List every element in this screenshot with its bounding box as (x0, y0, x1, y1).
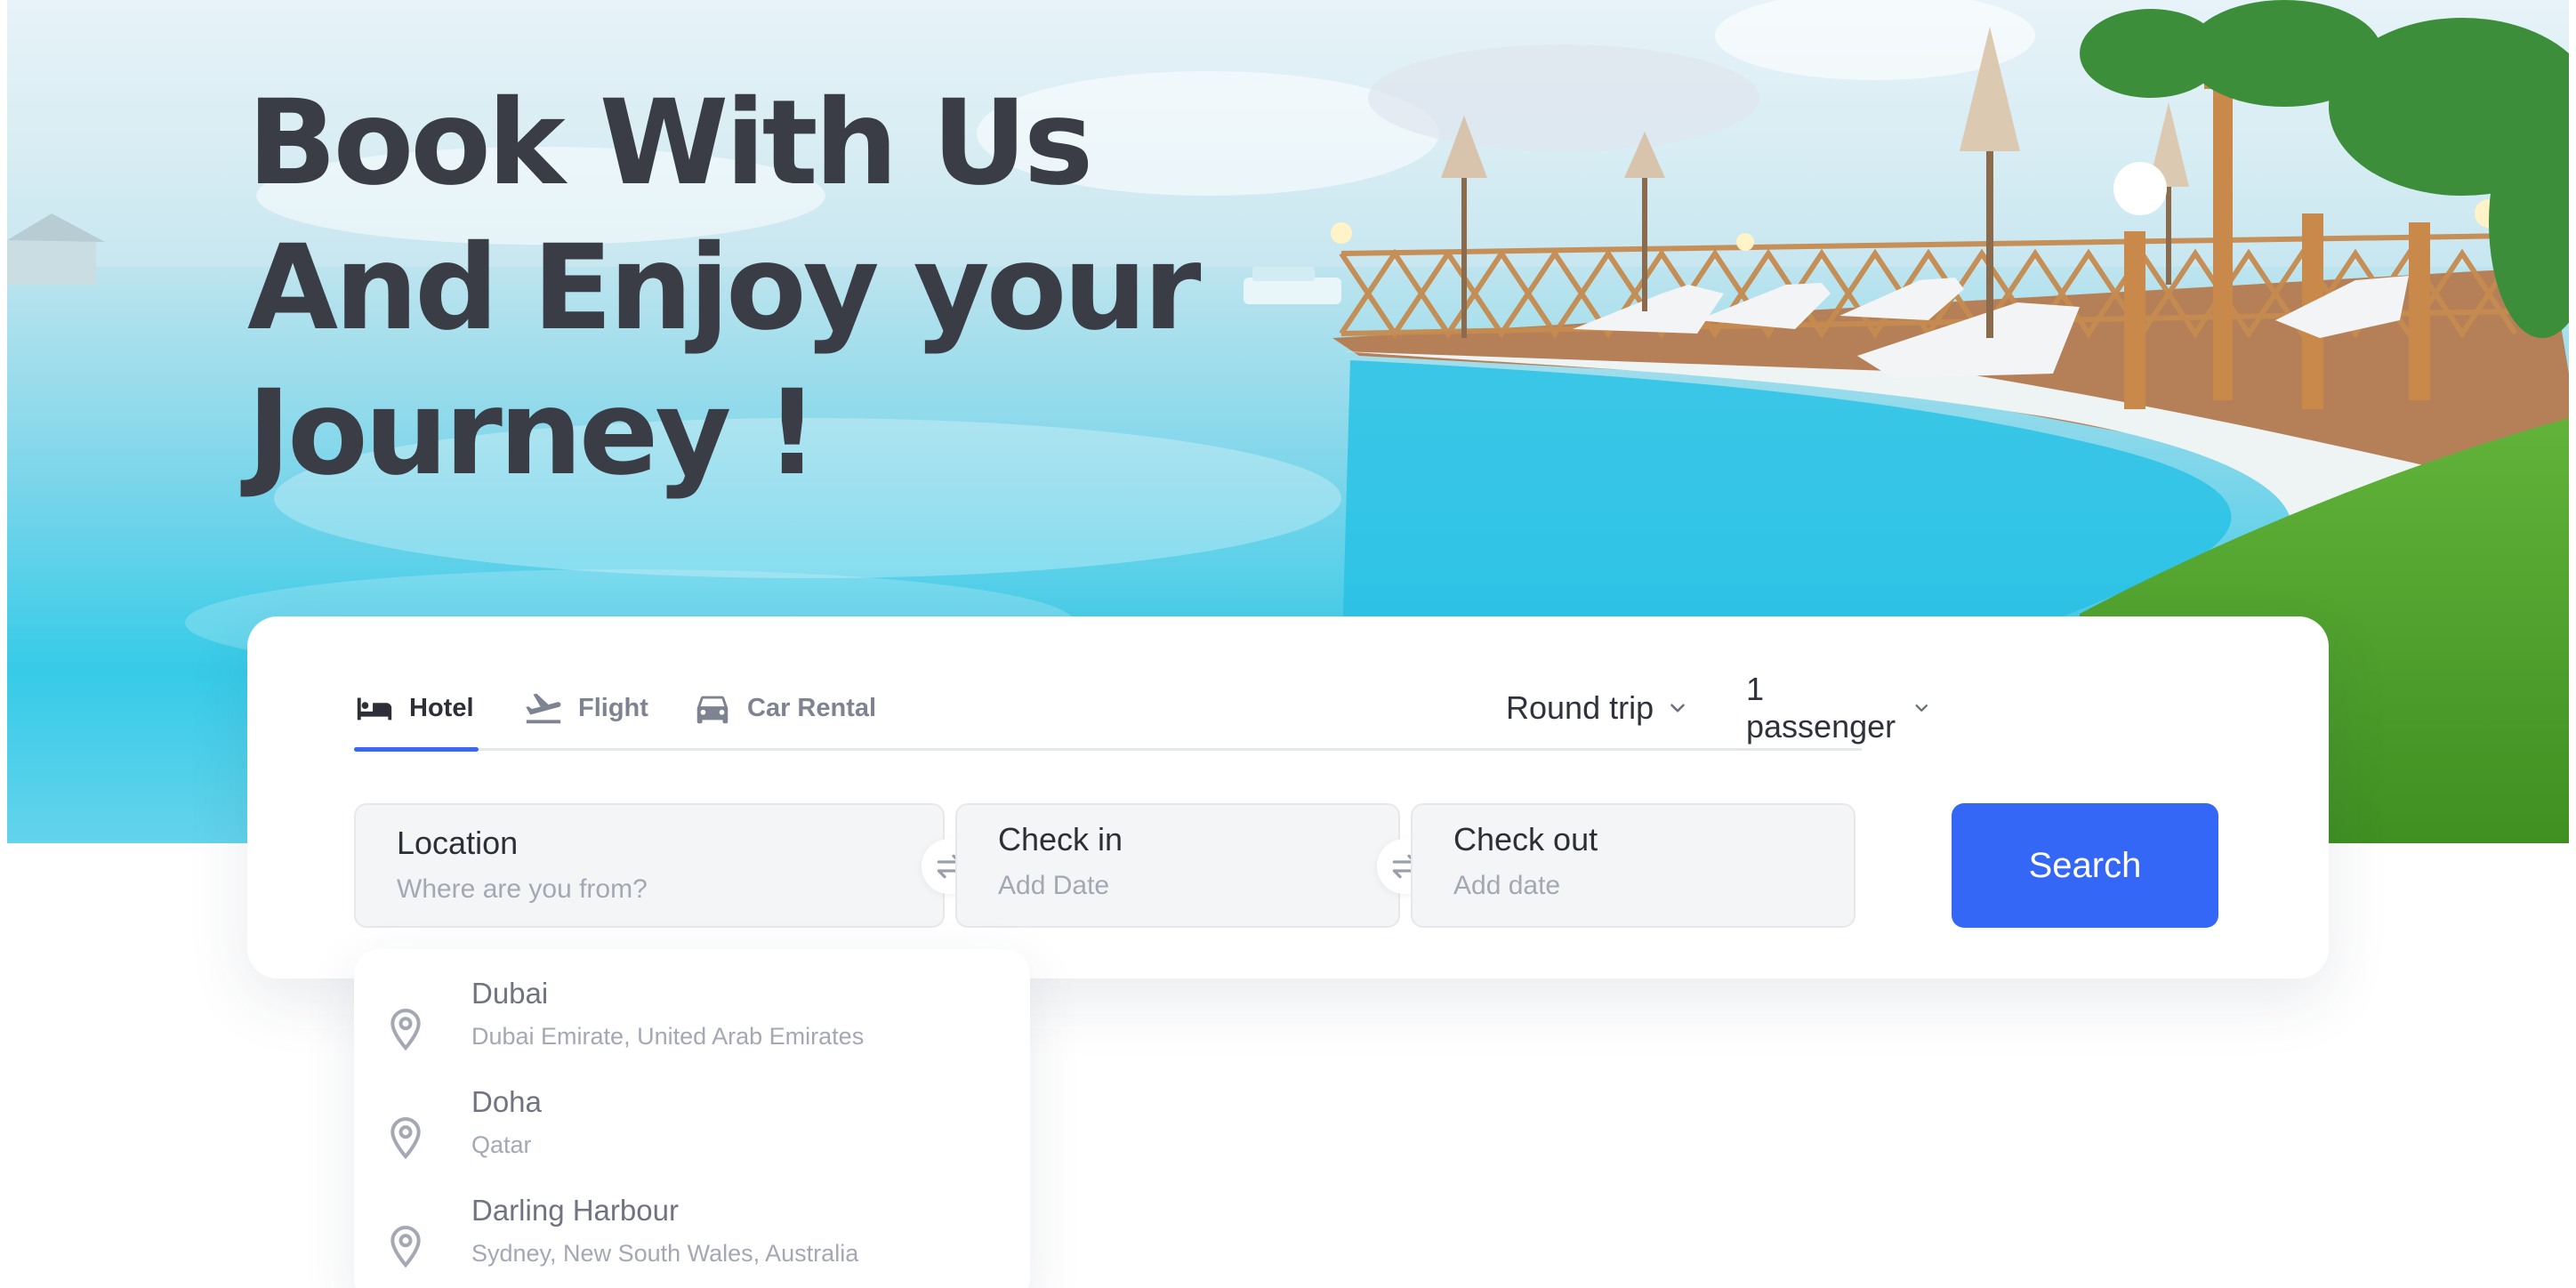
tab-flight[interactable]: Flight (523, 665, 648, 751)
checkin-label: Check in (998, 821, 1123, 857)
booking-tabs: Hotel Flight Car Rental Round trip 1 pas… (354, 665, 1928, 752)
location-pin-icon (390, 1116, 421, 1160)
headline-line-3: Journey ! (247, 365, 819, 502)
location-placeholder: Where are you from? (397, 874, 648, 904)
passenger-dropdown[interactable]: 1 passenger (1746, 665, 1931, 751)
plane-departure-icon (526, 693, 561, 724)
location-suggestions: Dubai Dubai Emirate, United Arab Emirate… (354, 949, 1030, 1288)
tab-hotel[interactable]: Hotel (354, 665, 474, 751)
location-pin-icon (390, 1008, 421, 1051)
checkout-field[interactable]: Check out Add date (1411, 803, 1856, 928)
hero-headline: Book With Us And Enjoy your Journey ! (247, 71, 1404, 506)
tab-hotel-label: Hotel (409, 693, 474, 722)
suggestion-detail: Sydney, New South Wales, Australia (471, 1240, 859, 1267)
tab-car-rental[interactable]: Car Rental (692, 665, 876, 751)
suggestion-item-dubai[interactable]: Dubai Dubai Emirate, United Arab Emirate… (386, 977, 991, 1075)
car-icon (696, 696, 729, 724)
tab-flight-label: Flight (578, 693, 648, 722)
checkout-label: Check out (1453, 821, 1598, 857)
location-pin-icon (390, 1225, 421, 1268)
location-label: Location (397, 825, 519, 861)
chevron-down-icon (1670, 704, 1685, 712)
suggestion-detail: Dubai Emirate, United Arab Emirates (471, 1023, 865, 1050)
checkin-field[interactable]: Check in Add Date (955, 803, 1400, 928)
trip-type-value: Round trip (1506, 689, 1654, 726)
booking-search-card: Hotel Flight Car Rental Round trip 1 pas… (247, 616, 2329, 978)
active-tab-indicator (354, 747, 479, 752)
location-field[interactable]: Location Where are you from? (354, 803, 945, 928)
suggestion-item-darling-harbour[interactable]: Darling Harbour Sydney, New South Wales,… (386, 1194, 991, 1288)
tab-car-rental-label: Car Rental (747, 693, 877, 722)
bed-icon (357, 697, 392, 720)
chevron-down-icon (1915, 704, 1928, 712)
headline-line-2: And Enjoy your (247, 220, 1201, 357)
passenger-value: 1 passenger (1746, 671, 1896, 745)
trip-type-dropdown[interactable]: Round trip (1506, 665, 1689, 751)
suggestion-name: Doha (471, 1085, 542, 1118)
checkin-placeholder: Add Date (998, 871, 1110, 900)
suggestion-name: Dubai (471, 977, 549, 1010)
suggestion-name: Darling Harbour (471, 1194, 679, 1227)
search-button[interactable]: Search (1952, 803, 2218, 928)
headline-line-1: Book With Us (247, 75, 1093, 212)
suggestion-item-doha[interactable]: Doha Qatar (386, 1085, 991, 1183)
suggestion-detail: Qatar (471, 1131, 532, 1158)
checkout-placeholder: Add date (1453, 871, 1561, 900)
